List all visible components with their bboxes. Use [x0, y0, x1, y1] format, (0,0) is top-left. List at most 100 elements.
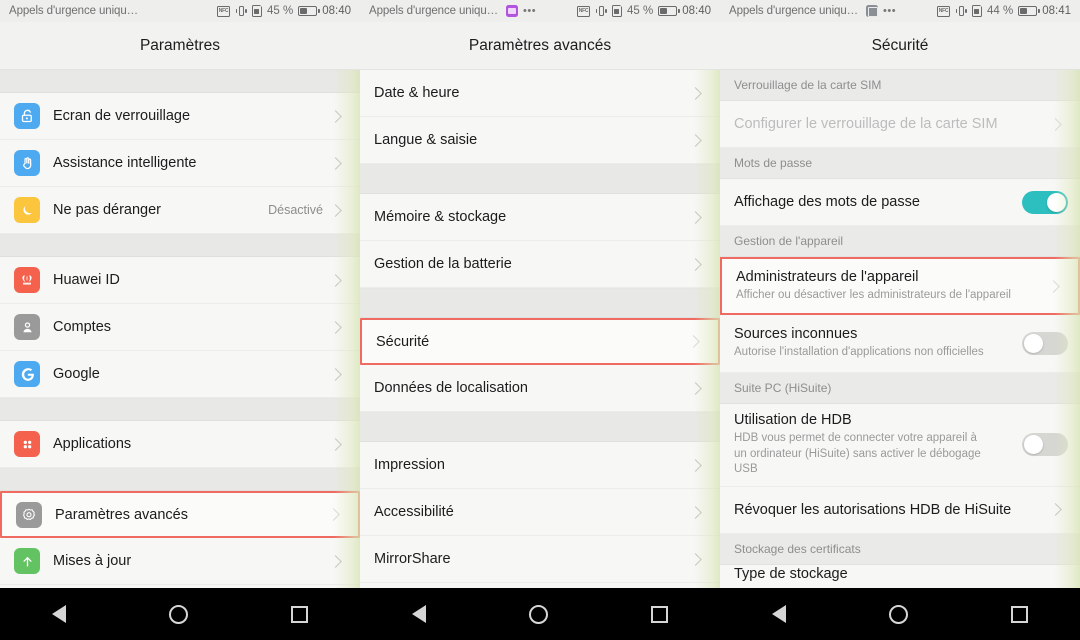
chevron-right-icon — [689, 458, 702, 472]
home-button[interactable] — [528, 604, 548, 624]
vibrate-icon — [955, 5, 967, 17]
sidebar-item-updates[interactable]: Mises à jour — [0, 538, 360, 585]
battery-icon — [298, 6, 320, 16]
sidebar-item-huawei-id[interactable]: Huawei ID — [0, 257, 360, 304]
battery-icon — [1018, 6, 1040, 16]
battery-percent: 44 % — [987, 5, 1014, 17]
sidebar-item-smart-assistance[interactable]: Assistance intelligente — [0, 140, 360, 187]
list-item-label: Gestion de la batterie — [374, 256, 512, 272]
battery-percent: 45 % — [267, 5, 294, 17]
hand-icon — [14, 150, 40, 176]
list-item-security[interactable]: Sécurité — [360, 318, 720, 365]
home-button[interactable] — [888, 604, 908, 624]
sidebar-item-google[interactable]: Google — [0, 351, 360, 398]
overflow-dots-icon: ••• — [883, 5, 897, 17]
huawei-id-icon — [14, 267, 40, 293]
chevron-right-icon — [689, 381, 702, 395]
list-item-hdb-usage[interactable]: Utilisation de HDB HDB vous permet de co… — [720, 404, 1080, 487]
list-item-storage-type[interactable]: Type de stockage — [720, 564, 1080, 588]
status-bar: Appels d'urgence uniqu… ••• NFC 45 % 08:… — [360, 0, 720, 22]
gear-icon — [16, 501, 42, 528]
text-column: Administrateurs de l'appareil Afficher o… — [736, 269, 1049, 304]
home-button[interactable] — [168, 604, 188, 624]
sidebar-item-do-not-disturb[interactable]: Ne pas déranger Désactivé — [0, 187, 360, 234]
back-button[interactable] — [771, 605, 786, 623]
sidebar-item-applications[interactable]: Applications — [0, 421, 360, 468]
sidebar-item-label: Mises à jour — [53, 553, 132, 569]
status-bar: Appels d'urgence uniqu… ••• NFC 44 % 08:… — [720, 0, 1080, 22]
list-item-label: Accessibilité — [374, 504, 454, 520]
notification-icons: ••• — [866, 5, 896, 17]
list-item-revoke-hdb[interactable]: Révoquer les autorisations HDB de HiSuit… — [720, 486, 1080, 534]
list-item-memory-storage[interactable]: Mémoire & stockage — [360, 194, 720, 241]
navigation-bar[interactable] — [720, 588, 1080, 640]
list-item-mirrorshare[interactable]: MirrorShare — [360, 536, 720, 583]
list-item-language-input[interactable]: Langue & saisie — [360, 117, 720, 164]
list-item-label: Utilisation de HDB — [734, 412, 852, 428]
notification-icons: ••• — [506, 5, 536, 17]
list-item-date-time[interactable]: Date & heure — [360, 70, 720, 117]
section-header-device-management: Gestion de l'appareil — [720, 226, 1080, 257]
list-item-label: Affichage des mots de passe — [734, 194, 920, 210]
sidebar-item-label: Assistance intelligente — [53, 155, 197, 171]
list-item-unknown-sources[interactable]: Sources inconnues Autorise l'installatio… — [720, 315, 1080, 373]
unknown-sources-toggle[interactable] — [1022, 332, 1068, 355]
chevron-right-icon — [329, 156, 342, 170]
security-list[interactable]: Verrouillage de la carte SIM Configurer … — [720, 70, 1080, 588]
list-item-location-data[interactable]: Données de localisation — [360, 365, 720, 412]
show-passwords-toggle[interactable] — [1022, 190, 1068, 214]
list-item-accessibility[interactable]: Accessibilité — [360, 489, 720, 536]
sidebar-item-label: Google — [53, 366, 100, 382]
back-button[interactable] — [51, 605, 66, 623]
system-icons: NFC 44 % 08:41 — [937, 4, 1071, 17]
list-item-sublabel: HDB vous permet de connecter votre appar… — [734, 432, 981, 476]
recents-button[interactable] — [291, 605, 309, 623]
sidebar-item-label: Ecran de verrouillage — [53, 108, 191, 124]
back-button[interactable] — [411, 605, 426, 623]
settings-list[interactable]: Ecran de verrouillage Assistance intelli… — [0, 70, 360, 588]
overflow-dots-icon: ••• — [523, 5, 537, 17]
list-item-show-passwords[interactable]: Affichage des mots de passe — [720, 179, 1080, 226]
sidebar-item-label: Huawei ID — [53, 272, 120, 288]
chevron-right-icon — [1049, 503, 1062, 516]
phone-screen-security: Appels d'urgence uniqu… ••• NFC 44 % 08:… — [720, 0, 1080, 640]
battery-percent: 45 % — [627, 5, 654, 17]
list-item-configure-sim-lock[interactable]: Configurer le verrouillage de la carte S… — [720, 101, 1080, 148]
list-item-label: MirrorShare — [374, 551, 451, 567]
hdb-usage-toggle[interactable] — [1022, 433, 1068, 457]
recents-button[interactable] — [651, 605, 669, 623]
advanced-settings-list[interactable]: Date & heure Langue & saisie Mémoire & s… — [360, 70, 720, 588]
list-item-battery-management[interactable]: Gestion de la batterie — [360, 241, 720, 288]
status-bar: Appels d'urgence uniqu… NFC 45 % 08:40 — [0, 0, 360, 22]
navigation-bar[interactable] — [360, 588, 720, 640]
recents-button[interactable] — [1011, 605, 1029, 623]
list-item-label: Date & heure — [374, 85, 460, 101]
section-header-sim-lock: Verrouillage de la carte SIM — [720, 70, 1080, 101]
status-value: Désactivé — [268, 203, 323, 217]
list-item-printing[interactable]: Impression — [360, 442, 720, 489]
page-title: Paramètres avancés — [360, 22, 720, 70]
list-item-label: Langue & saisie — [374, 132, 478, 148]
carrier-label: Appels d'urgence uniqu… — [9, 5, 139, 17]
list-item-label: Administrateurs de l'appareil — [736, 268, 919, 285]
vibrate-icon — [235, 5, 247, 17]
list-item-sublabel: Afficher ou désactiver les administrateu… — [736, 288, 1011, 301]
google-icon — [14, 361, 40, 387]
sidebar-item-accounts[interactable]: Comptes — [0, 304, 360, 351]
list-item-device-administrators[interactable]: Administrateurs de l'appareil Afficher o… — [720, 257, 1080, 315]
chevron-right-icon — [329, 203, 342, 217]
list-item-label: Type de stockage — [734, 565, 848, 582]
battery-icon — [658, 6, 680, 16]
sidebar-item-advanced-settings[interactable]: Paramètres avancés — [0, 491, 360, 538]
navigation-bar[interactable] — [0, 588, 360, 640]
chevron-right-icon — [329, 437, 342, 451]
chevron-right-icon — [687, 335, 700, 348]
three-phone-screenshots: Appels d'urgence uniqu… NFC 45 % 08:40 P… — [0, 0, 1080, 640]
chevron-right-icon — [689, 505, 702, 519]
sidebar-item-lockscreen[interactable]: Ecran de verrouillage — [0, 93, 360, 140]
lock-icon — [14, 103, 40, 129]
sidebar-item-label: Paramètres avancés — [55, 506, 188, 523]
chevron-right-icon — [327, 508, 340, 521]
chevron-right-icon — [329, 367, 342, 381]
list-separator — [0, 234, 360, 257]
